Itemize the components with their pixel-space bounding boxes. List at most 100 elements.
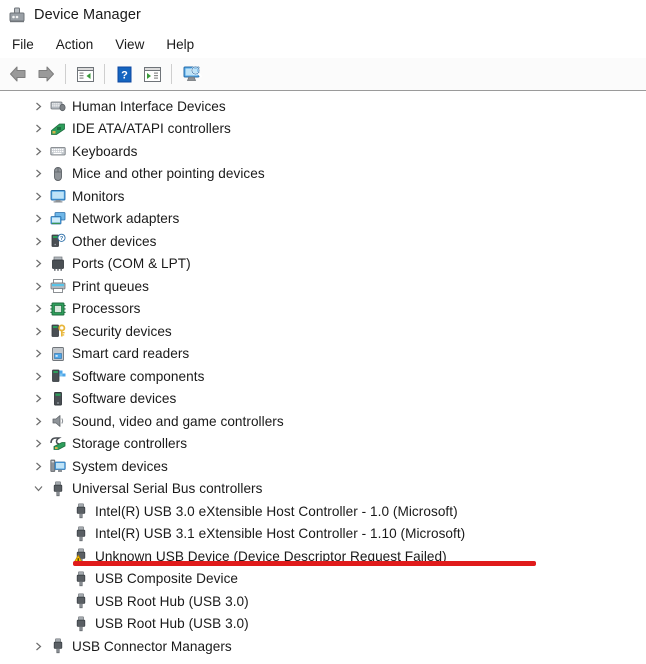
tree-item-label: Keyboards xyxy=(72,143,138,159)
network-adapter-icon xyxy=(50,211,66,227)
page-title: Device Manager xyxy=(34,7,141,23)
toolbar-separator-2 xyxy=(104,64,105,84)
chevron-right-icon[interactable] xyxy=(30,436,46,452)
tree-item-software-components[interactable]: Software components xyxy=(0,365,646,388)
tree-item-label: Other devices xyxy=(72,233,157,249)
tree-item-label: Human Interface Devices xyxy=(72,98,226,114)
chevron-right-icon[interactable] xyxy=(30,188,46,204)
tree-item-system-devices[interactable]: System devices xyxy=(0,455,646,478)
tree-item-processors[interactable]: Processors xyxy=(0,298,646,321)
usb-icon xyxy=(73,571,89,587)
tree-item-security-devices[interactable]: Security devices xyxy=(0,320,646,343)
chevron-right-icon[interactable] xyxy=(30,301,46,317)
chevron-right-icon[interactable] xyxy=(30,166,46,182)
tree-item-usb-root-hub-2[interactable]: USB Root Hub (USB 3.0) xyxy=(0,613,646,636)
tree-item-intel-usb-31-host-controller[interactable]: Intel(R) USB 3.1 eXtensible Host Control… xyxy=(0,523,646,546)
other-device-icon: ? xyxy=(50,233,66,249)
tree-item-label: Smart card readers xyxy=(72,346,190,362)
chevron-right-icon[interactable] xyxy=(30,458,46,474)
chevron-right-icon[interactable] xyxy=(30,143,46,159)
chevron-right-icon[interactable] xyxy=(30,323,46,339)
tree-item-label: Monitors xyxy=(72,188,125,204)
usb-icon xyxy=(73,616,89,632)
tree-item-monitors[interactable]: Monitors xyxy=(0,185,646,208)
menu-view[interactable]: View xyxy=(113,35,155,54)
tree-item-mice-and-other-pointing-devices[interactable]: Mice and other pointing devices xyxy=(0,163,646,186)
scan-for-hardware-changes-icon xyxy=(183,65,202,81)
forward-button[interactable] xyxy=(32,61,60,87)
chevron-right-icon[interactable] xyxy=(30,233,46,249)
properties-button[interactable] xyxy=(71,61,99,87)
tree-item-label: IDE ATA/ATAPI controllers xyxy=(72,121,231,137)
chevron-right-icon[interactable] xyxy=(30,391,46,407)
usb-icon xyxy=(50,481,66,497)
tree-item-human-interface-devices[interactable]: Human Interface Devices xyxy=(0,95,646,118)
tree-item-keyboards[interactable]: Keyboards xyxy=(0,140,646,163)
tree-item-label: Network adapters xyxy=(72,211,180,227)
chevron-right-icon[interactable] xyxy=(30,98,46,114)
port-icon xyxy=(50,256,66,272)
tree-item-label: Universal Serial Bus controllers xyxy=(72,481,263,497)
update-driver-button[interactable] xyxy=(138,61,166,87)
smart-card-reader-icon xyxy=(50,346,66,362)
chevron-down-icon[interactable] xyxy=(30,481,46,497)
usb-icon xyxy=(73,503,89,519)
mouse-icon xyxy=(50,166,66,182)
hid-icon xyxy=(50,98,66,114)
tree-item-usb-connector-managers[interactable]: USB Connector Managers xyxy=(0,635,646,658)
tree-item-label: USB Connector Managers xyxy=(72,638,232,654)
tree-item-software-devices[interactable]: Software devices xyxy=(0,388,646,411)
forward-arrow-icon xyxy=(38,66,54,82)
back-arrow-icon xyxy=(10,66,26,82)
tree-item-other-devices[interactable]: ? Other devices xyxy=(0,230,646,253)
monitor-icon xyxy=(50,188,66,204)
back-button[interactable] xyxy=(4,61,32,87)
chevron-right-icon[interactable] xyxy=(30,413,46,429)
chevron-right-icon[interactable] xyxy=(30,346,46,362)
help-question-icon: ? xyxy=(117,66,131,82)
menu-file[interactable]: File xyxy=(10,35,45,54)
tree-item-label: USB Root Hub (USB 3.0) xyxy=(95,593,249,609)
chevron-right-icon[interactable] xyxy=(30,121,46,137)
processor-icon xyxy=(50,301,66,317)
tree-item-label: Sound, video and game controllers xyxy=(72,413,284,429)
scan-hardware-button[interactable] xyxy=(177,61,205,87)
tree-item-universal-serial-bus-controllers[interactable]: Universal Serial Bus controllers xyxy=(0,478,646,501)
tree-item-usb-root-hub-1[interactable]: USB Root Hub (USB 3.0) xyxy=(0,590,646,613)
chevron-right-icon[interactable] xyxy=(30,256,46,272)
tree-item-label: Security devices xyxy=(72,323,172,339)
tree-item-label: Print queues xyxy=(72,278,149,294)
toolbar: ? xyxy=(0,58,646,91)
red-underline-highlight xyxy=(73,561,536,566)
tree-item-storage-controllers[interactable]: Storage controllers xyxy=(0,433,646,456)
tree-item-intel-usb-30-host-controller[interactable]: Intel(R) USB 3.0 eXtensible Host Control… xyxy=(0,500,646,523)
toolbar-separator-3 xyxy=(171,64,172,84)
tree-item-label: Storage controllers xyxy=(72,436,188,452)
tree-item-network-adapters[interactable]: Network adapters xyxy=(0,208,646,231)
printer-icon xyxy=(50,278,66,294)
help-button[interactable]: ? xyxy=(110,61,138,87)
menu-action[interactable]: Action xyxy=(54,35,105,54)
toolbar-separator-1 xyxy=(65,64,66,84)
tree-item-ide-ata-atapi-controllers[interactable]: IDE ATA/ATAPI controllers xyxy=(0,118,646,141)
usb-icon xyxy=(50,638,66,654)
tree-item-sound-video-and-game-controllers[interactable]: Sound, video and game controllers xyxy=(0,410,646,433)
software-component-icon xyxy=(50,368,66,384)
tree-item-smart-card-readers[interactable]: Smart card readers xyxy=(0,343,646,366)
update-driver-icon xyxy=(143,66,161,82)
device-tree[interactable]: Human Interface Devices IDE ATA/ATAPI co… xyxy=(0,91,646,658)
chevron-right-icon[interactable] xyxy=(30,278,46,294)
menu-help[interactable]: Help xyxy=(164,35,205,54)
svg-text:?: ? xyxy=(121,69,128,81)
usb-icon xyxy=(73,526,89,542)
chevron-right-icon[interactable] xyxy=(30,368,46,384)
usb-icon xyxy=(73,593,89,609)
tree-item-print-queues[interactable]: Print queues xyxy=(0,275,646,298)
chevron-right-icon[interactable] xyxy=(30,211,46,227)
chevron-right-icon[interactable] xyxy=(30,638,46,654)
sound-controller-icon xyxy=(50,413,66,429)
tree-item-usb-composite-device[interactable]: USB Composite Device xyxy=(0,568,646,591)
tree-item-ports-com-lpt[interactable]: Ports (COM & LPT) xyxy=(0,253,646,276)
tree-item-label: Software devices xyxy=(72,391,177,407)
ide-controller-icon xyxy=(50,121,66,137)
